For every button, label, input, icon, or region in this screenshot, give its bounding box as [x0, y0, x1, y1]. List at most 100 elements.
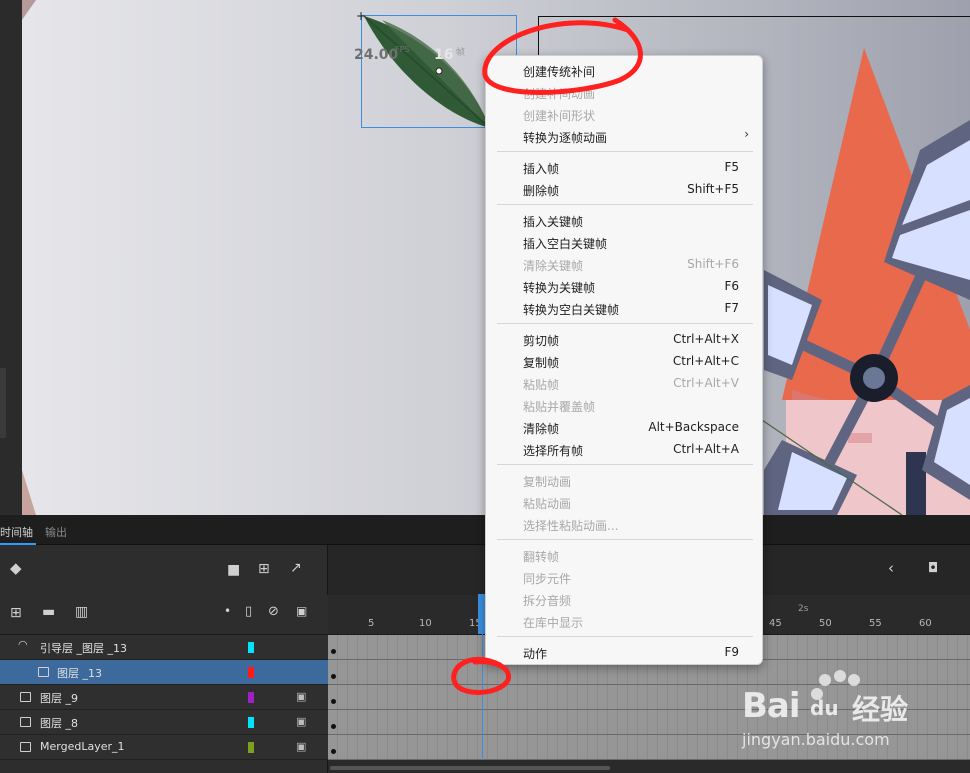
- keyframe[interactable]: [331, 749, 336, 754]
- ruler-tick: 50: [819, 618, 832, 629]
- lock-all-icon[interactable]: ▣: [296, 605, 307, 617]
- baidu-watermark: Bai du 经验 jingyan.baidu.com: [740, 668, 970, 768]
- layer-color-swatch[interactable]: [248, 667, 254, 678]
- watermark-brand: Bai: [742, 686, 801, 726]
- submenu-arrow-icon: ›: [744, 127, 749, 141]
- graph-icon[interactable]: ↗: [290, 561, 302, 575]
- highlight-layer-icon[interactable]: •: [224, 605, 231, 617]
- outline-toggle-icon[interactable]: ▯: [245, 605, 252, 618]
- menu-item-reverse-frames: 翻转帧: [523, 550, 560, 564]
- new-layer-icon[interactable]: ⊞: [10, 606, 22, 620]
- lock-icon[interactable]: ▣: [296, 740, 306, 753]
- corner-shape-bottom: [22, 470, 36, 515]
- menu-item-paste-and-overwrite: 粘贴并覆盖帧: [523, 400, 596, 414]
- tab-output[interactable]: 输出: [45, 524, 67, 540]
- center-frame-icon[interactable]: ◘: [928, 562, 938, 575]
- delete-layer-icon[interactable]: ▥: [75, 605, 88, 619]
- ruler-tick: 60: [919, 618, 932, 629]
- parenting-icon[interactable]: ⊞: [258, 562, 270, 576]
- layer-name: 图层 _9: [40, 692, 78, 705]
- layer-type-icon: [20, 742, 31, 752]
- layer-row[interactable]: 图层 _8 ▣: [0, 710, 328, 735]
- menu-item-split-audio: 拆分音频: [523, 594, 572, 608]
- menu-item-convert-to-blank-keyframe[interactable]: 转换为空白关键帧: [523, 301, 619, 318]
- visibility-icon[interactable]: ⊘: [268, 605, 279, 618]
- layer-type-icon: [38, 667, 49, 677]
- menu-item-select-all-frames[interactable]: 选择所有帧: [523, 442, 583, 459]
- menu-item-copy-motion: 复制动画: [523, 475, 572, 489]
- layer-name: 图层 _13: [57, 667, 102, 680]
- lock-icon[interactable]: ▣: [296, 715, 306, 728]
- transform-point-icon[interactable]: [435, 67, 443, 75]
- tab-timeline[interactable]: 时间轴: [0, 524, 33, 540]
- new-folder-icon[interactable]: ▬: [42, 605, 55, 619]
- keyframe[interactable]: [331, 724, 336, 729]
- scrollbar-thumb[interactable]: [330, 766, 610, 770]
- layer-name: 图层 _8: [40, 717, 78, 730]
- layer-color-swatch[interactable]: [248, 692, 254, 703]
- menu-item-clear-frames[interactable]: 清除帧: [523, 420, 559, 437]
- layer-color-swatch[interactable]: [248, 742, 254, 753]
- fps-value[interactable]: 24.00: [354, 47, 398, 63]
- camera-icon[interactable]: ■: [227, 563, 240, 577]
- menu-item-insert-keyframe[interactable]: 插入关键帧: [523, 213, 583, 230]
- shortcut-label: F7: [724, 301, 739, 315]
- shortcut-label: Ctrl+Alt+A: [673, 442, 739, 456]
- keyframe[interactable]: [331, 674, 336, 679]
- layer-color-swatch[interactable]: [248, 717, 254, 728]
- frame-unit: 帧: [456, 48, 466, 58]
- menu-item-insert-blank-keyframe[interactable]: 插入空白关键帧: [523, 235, 607, 252]
- layer-tools-row: ⊞ ▬ ▥ • ▯ ⊘ ▣: [0, 595, 328, 635]
- menu-item-insert-frame[interactable]: 插入帧: [523, 160, 559, 177]
- windmill-trim: [848, 433, 872, 443]
- ruler-second-mark: 2s: [798, 604, 809, 614]
- menu-item-paste-frames: 粘贴帧: [523, 378, 560, 392]
- menu-item-paste-motion-special: 选择性粘贴动画...: [523, 519, 619, 533]
- layer-type-icon: [20, 717, 31, 727]
- lock-icon[interactable]: ▣: [296, 690, 306, 703]
- menu-item-copy-frames[interactable]: 复制帧: [523, 354, 559, 371]
- layer-name: 引导层 _图层 _13: [40, 642, 127, 655]
- layer-row-guide[interactable]: ◠ 引导层 _图层 _13: [0, 635, 328, 660]
- shortcut-label: F5: [724, 160, 739, 174]
- menu-item-cut-frames[interactable]: 剪切帧: [523, 332, 559, 349]
- shortcut-label: Shift+F5: [687, 182, 739, 196]
- toolbar-handle[interactable]: [0, 368, 6, 438]
- leaf-highlight: [382, 20, 490, 128]
- windmill-door: [906, 452, 926, 515]
- leaf-vein: [363, 15, 493, 131]
- fps-unit: FPS: [395, 45, 410, 54]
- shortcut-label: F6: [724, 279, 739, 293]
- layer-row[interactable]: MergedLayer_1 ▣: [0, 735, 328, 760]
- menu-separator: [497, 636, 753, 637]
- ruler-tick: 10: [419, 618, 432, 629]
- watermark-url: jingyan.baidu.com: [742, 730, 890, 749]
- layers-stack-icon[interactable]: ◆: [10, 561, 22, 576]
- chevron-left-icon[interactable]: ‹: [888, 561, 894, 576]
- layer-color-swatch[interactable]: [248, 642, 254, 653]
- menu-item-clear-keyframe: 清除关键帧: [523, 259, 584, 273]
- shortcut-label: Ctrl+Alt+X: [673, 332, 739, 346]
- layer-name: MergedLayer_1: [40, 740, 125, 753]
- ruler-tick: 55: [869, 618, 882, 629]
- menu-separator: [497, 464, 753, 465]
- menu-separator: [497, 539, 753, 540]
- keyframe[interactable]: [331, 699, 336, 704]
- frame-context-menu: 创建传统补间 创建补间动画 创建补间形状 转换为逐帧动画 › 插入帧 F5 删除…: [485, 55, 763, 665]
- layer-row-selected[interactable]: 图层 _13: [0, 660, 328, 685]
- shortcut-label: F9: [724, 645, 739, 659]
- menu-item-remove-frame[interactable]: 删除帧: [523, 182, 559, 199]
- menu-separator: [497, 323, 753, 324]
- left-toolbar-strip: [0, 0, 22, 515]
- guide-layer-icon: ◠: [18, 638, 28, 651]
- menu-item-convert-to-keyframe[interactable]: 转换为关键帧: [523, 279, 595, 296]
- menu-item-create-classic-tween[interactable]: 创建传统补间: [523, 63, 595, 80]
- playhead-line: [482, 634, 483, 764]
- ruler-tick: 45: [769, 618, 782, 629]
- menu-item-show-in-library: 在库中显示: [523, 616, 584, 630]
- keyframe[interactable]: [331, 649, 336, 654]
- menu-item-actions[interactable]: 动作: [523, 645, 547, 662]
- menu-item-convert-frame-by-frame[interactable]: 转换为逐帧动画: [523, 129, 607, 146]
- layer-row[interactable]: 图层 _9 ▣: [0, 685, 328, 710]
- current-frame[interactable]: 16: [434, 47, 453, 63]
